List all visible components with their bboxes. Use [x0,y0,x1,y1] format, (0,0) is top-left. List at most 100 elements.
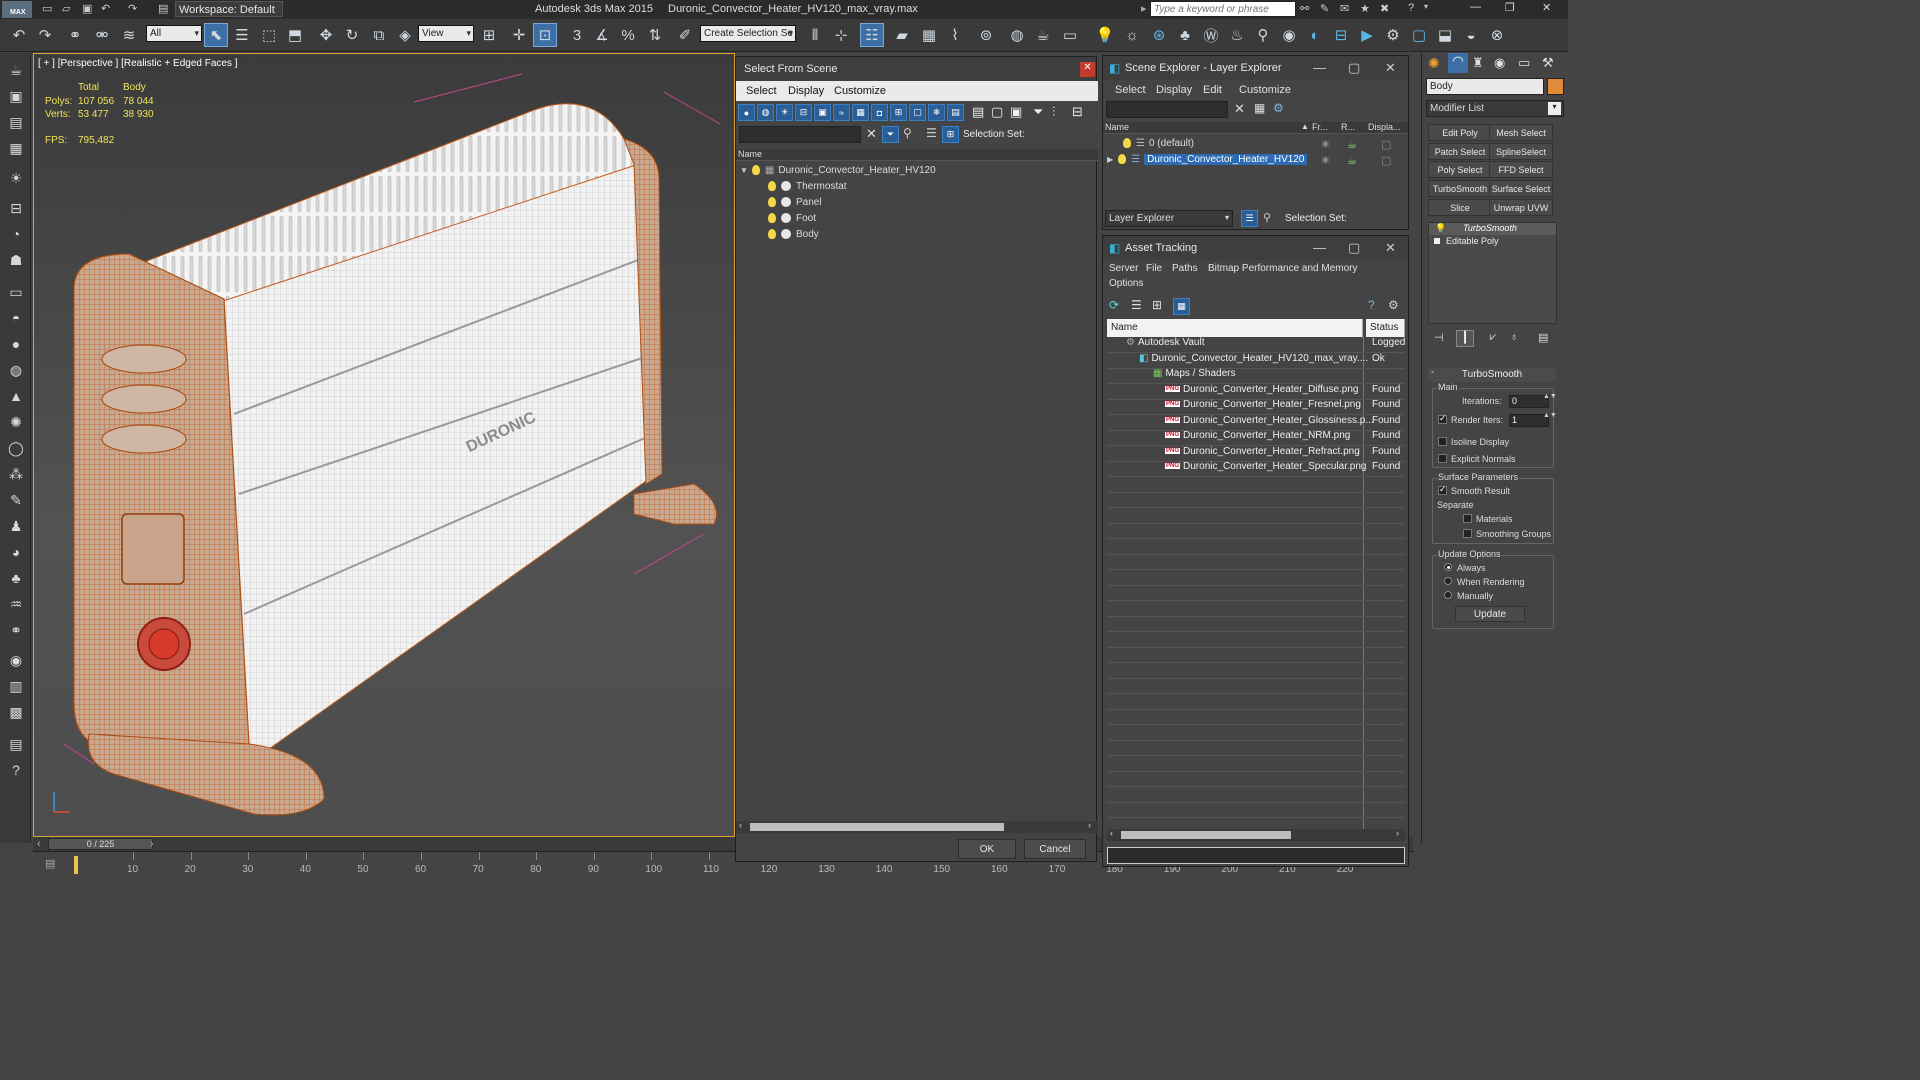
hair-icon[interactable]: ♒ [5,593,27,615]
sfs-search-input[interactable] [739,126,861,143]
modify-tab-icon[interactable]: ◠ [1448,53,1468,73]
asset-row[interactable]: ⚙ Autodesk Vault Logged [1107,337,1405,353]
save-file-icon[interactable]: ▣ [82,2,92,15]
new-file-icon[interactable]: ▭ [42,2,52,15]
hierarchy-tab-icon[interactable]: ♜ [1472,55,1484,71]
display-box-icon[interactable]: ▢ [1381,138,1391,151]
angle-snap-icon[interactable]: ∡ [590,23,614,47]
vray-exposure-icon[interactable]: ⬓ [1433,23,1457,47]
keyword-search-input[interactable] [1150,1,1296,17]
named-selection-set-dropdown[interactable]: Create Selection Se ▾ [700,25,796,42]
modifier-list-dropdown[interactable]: Modifier List ▾ [1426,100,1564,117]
grid-icon[interactable]: ▦ [5,137,27,159]
se-col-name[interactable]: Name [1105,122,1129,132]
ok-button[interactable]: OK [958,839,1016,859]
tools-icon[interactable]: ✎ [1320,2,1329,15]
se-menu-edit[interactable]: Edit [1203,84,1222,96]
se-menu-select[interactable]: Select [1115,84,1146,96]
at-scroll-left-icon[interactable]: ‹ [1110,828,1113,838]
materials-checkbox[interactable] [1463,514,1472,523]
select-by-name-icon[interactable]: ☰ [230,23,254,47]
snap-toggle-icon[interactable]: 3 [565,23,589,47]
vray-render-icon[interactable]: ▶ [1355,23,1379,47]
move-icon[interactable]: ✥ [314,23,338,47]
asset-path-field[interactable] [1107,847,1405,864]
tree-row-panel[interactable]: Panel [768,197,822,213]
se-minimize-icon[interactable]: — [1313,60,1326,75]
display-bones-icon[interactable]: ⊞ [890,104,907,121]
tree-row-body[interactable]: Body [768,229,819,245]
select-object-icon[interactable]: ⬉ [204,23,228,47]
update-always-radio[interactable] [1444,563,1452,571]
binoculars-icon[interactable]: ⚯ [1300,2,1309,15]
at-menu-file[interactable]: File [1146,263,1162,274]
utilities-tab-icon[interactable]: ⚒ [1542,55,1554,71]
at-menu-server[interactable]: Server [1109,263,1138,274]
se-menu-display[interactable]: Display [1156,84,1192,96]
se-filter-icon[interactable]: ▦ [1254,101,1265,115]
select-invert-icon[interactable]: ▣ [1010,104,1022,120]
explorer-type-dropdown[interactable]: Layer Explorer ▾ [1105,210,1233,227]
minimize-icon[interactable]: — [1470,1,1481,13]
display-xrefs-icon[interactable]: ◘ [871,104,888,121]
vray-vfb-icon[interactable]: ▢ [1407,23,1431,47]
visibility-bulb-icon[interactable] [751,165,760,176]
tree-row-root[interactable]: ▼ ▦ Duronic_Convector_Heater_HV120 [740,165,936,181]
sfs-name-column[interactable]: Name [738,149,762,159]
tree-view-icon[interactable]: ⊞ [1152,298,1162,312]
open-file-icon[interactable]: ▱ [62,2,70,15]
sfs-column-header[interactable]: Name [736,149,1098,161]
at-menu-options[interactable]: Options [1109,278,1143,289]
communication-icon[interactable]: ✉ [1340,2,1349,15]
list-view-icon[interactable]: ☰ [1131,298,1142,312]
sky-icon[interactable]: ◯ [5,437,27,459]
link-icon[interactable]: ⚭ [63,23,87,47]
vray-bulb-icon[interactable]: ⚲ [1251,23,1275,47]
collapse-all-icon[interactable]: ⊟ [1072,104,1083,120]
scale-icon[interactable]: ⧉ [367,23,391,47]
sfs-horizontal-scrollbar[interactable]: ‹ › [736,820,1098,833]
at-menu-bitmap-performance[interactable]: Bitmap Performance and Memory [1208,263,1358,274]
at-scroll-right-icon[interactable]: › [1396,828,1399,838]
selection-set-icon[interactable]: ⊞ [942,126,959,143]
layer-row-heater[interactable]: ▶ ☰ Duronic_Convector_Heater_HV120 [1107,154,1309,170]
edit-named-selection-icon[interactable]: ✐ [673,23,697,47]
vray-dome-icon[interactable]: ◉ [1277,23,1301,47]
expand-arrow-icon[interactable]: ▼ [740,166,748,175]
se-col-display[interactable]: Displa... [1368,122,1401,132]
spacewarp-icon[interactable]: ☗ [5,249,27,271]
scrollbar-thumb[interactable] [750,823,1004,831]
surface-select-button[interactable]: Surface Select [1489,180,1553,197]
refresh-icon[interactable]: ⟳ [1109,298,1119,312]
scroll-left-icon[interactable]: ‹ [739,820,742,830]
display-frozen-icon[interactable]: ❄ [928,104,945,121]
object-name-field[interactable]: Body [1426,78,1544,95]
camera-icon[interactable]: ⊟ [5,197,27,219]
spinner-snap-icon[interactable]: ⇅ [643,23,667,47]
material-sphere-icon[interactable]: ◉ [5,649,27,671]
sunlight-icon[interactable]: ✺ [5,411,27,433]
favorites-icon[interactable]: ★ [1360,2,1370,15]
vray-plane-icon[interactable]: ⊟ [1329,23,1353,47]
helper-icon[interactable]: ◔ [5,223,27,245]
align-icon[interactable]: ⊹ [829,23,853,47]
help-dropdown-icon[interactable]: ▾ [1424,2,1428,11]
freeze-icon[interactable]: ✳ [1321,138,1330,151]
material-editor-icon[interactable]: ◍ [1005,23,1029,47]
box-icon[interactable]: ▣ [5,85,27,107]
sfs-menu-customize[interactable]: Customize [834,85,886,97]
asset-row[interactable]: ▦ Maps / Shaders [1107,368,1405,384]
se-sort-icon[interactable]: ▲ [1301,122,1309,131]
poly-select-button[interactable]: Poly Select [1428,161,1492,178]
particles-icon[interactable]: ⁂ [5,463,27,485]
modifier-bulb-icon[interactable]: 💡 [1435,223,1446,234]
geosphere-icon[interactable]: ◍ [5,359,27,381]
at-menu-paths[interactable]: Paths [1172,263,1198,274]
rect-selection-icon[interactable]: ⬚ [257,23,281,47]
visibility-bulb-icon[interactable] [768,181,776,192]
edit-poly-button[interactable]: Edit Poly [1428,124,1492,141]
sfs-menu-select[interactable]: Select [746,85,777,97]
explicit-normals-checkbox[interactable] [1438,454,1447,463]
render-teapot-icon[interactable]: ☕ [1347,138,1357,151]
asset-row[interactable]: PNG Duronic_Converter_Heater_Fresnel.png F… [1107,399,1405,415]
